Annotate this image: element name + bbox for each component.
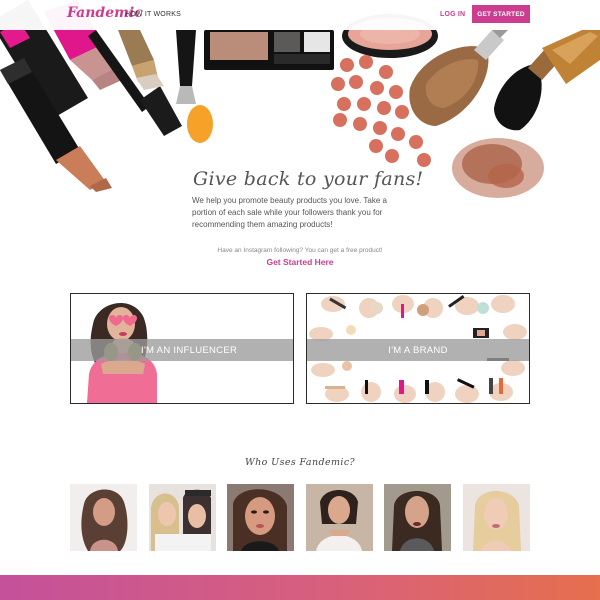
influencer-photo-3[interactable] [227,484,294,551]
brand-card[interactable]: I'M A BRAND [306,293,530,404]
nav-how-it-works[interactable]: HOW IT WORKS [125,11,181,18]
who-uses-title: Who Uses Fandemic? [244,457,356,468]
influencer-card-text: I'M AN INFLUENCER [141,344,238,356]
brand-card-text: I'M A BRAND [388,344,448,356]
hero-makeup-image [0,0,600,198]
influencer-card[interactable]: I'M AN INFLUENCER [70,293,294,404]
footer-gradient-band [0,575,600,600]
get-started-here-link[interactable]: Get Started Here [0,257,600,267]
hero-title: Give back to your fans! [193,168,424,190]
hero-description: We help you promote beauty products you … [192,196,387,229]
influencer-photo-6[interactable] [463,484,530,551]
get-started-button[interactable]: GET STARTED [472,5,530,23]
brand-card-label: I'M A BRAND [307,339,529,361]
eyeshadow-palette-image [204,30,334,70]
nav-log-in[interactable]: LOG IN [440,11,465,18]
influencer-photo-4[interactable] [306,484,373,551]
influencer-photo-2[interactable] [149,484,216,551]
instagram-note: Have an Instagram following? You can get… [217,247,383,254]
influencer-photo-5[interactable] [384,484,451,551]
blush-brush-image [494,30,600,131]
hero-section: Give back to your fans! We help you prom… [0,0,600,275]
top-navbar: Fandemic HOW IT WORKS LOG IN GET STARTED [0,0,600,30]
powder-spill-image [452,138,544,198]
influencer-photo-1[interactable] [70,484,137,551]
influencer-card-label: I'M AN INFLUENCER [71,339,293,361]
